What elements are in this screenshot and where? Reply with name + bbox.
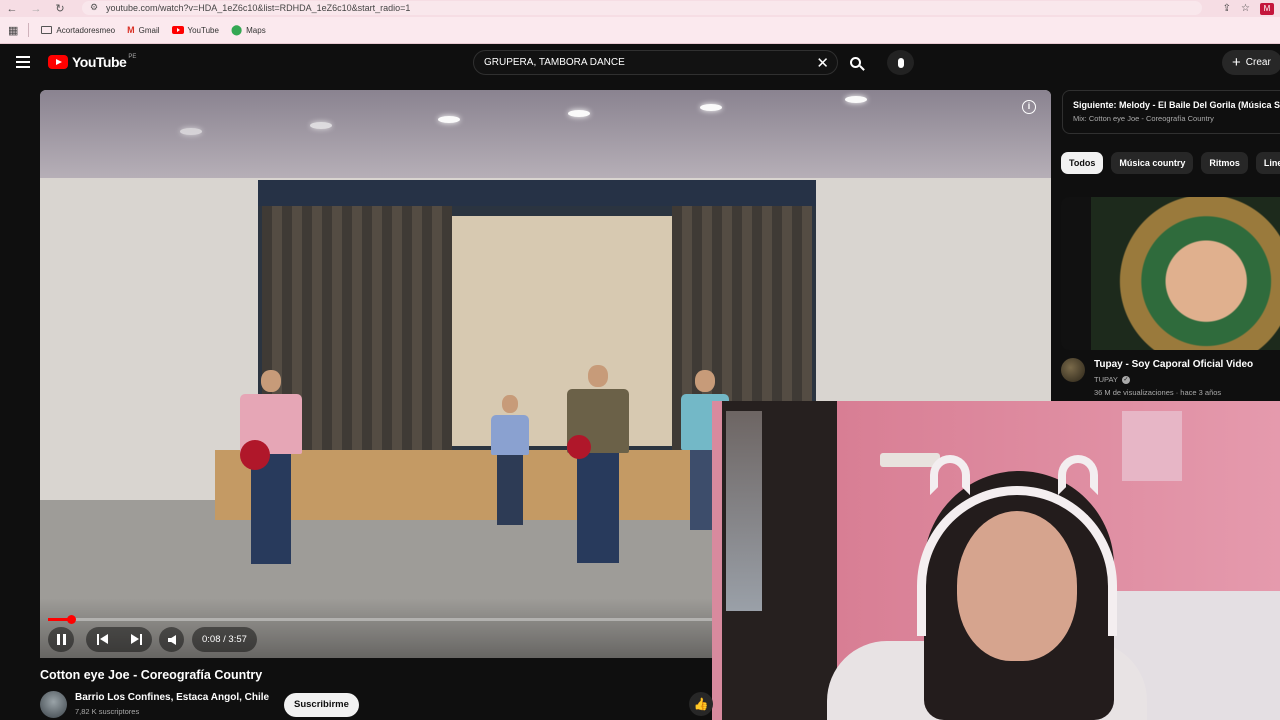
divider xyxy=(28,23,30,37)
search-icon xyxy=(849,57,861,68)
search-query[interactable]: GRUPERA, TAMBORA DANCE xyxy=(484,57,625,68)
forward-icon[interactable]: → xyxy=(24,3,48,15)
like-button[interactable]: 👍 xyxy=(689,692,713,716)
thumbs-up-icon: 👍 xyxy=(693,697,709,711)
youtube-icon xyxy=(171,26,184,34)
site-info-icon[interactable]: ⚙ xyxy=(90,2,98,13)
bookmark-acortadores[interactable]: Acortadoresmeo xyxy=(41,26,115,35)
volume-button[interactable] xyxy=(159,627,184,652)
install-icon[interactable]: ⇪ xyxy=(1223,3,1231,14)
bookmarks-bar: ▦ Acortadoresmeo M Gmail YouTube ⬤ Maps xyxy=(0,17,1280,44)
video-frame-ceiling xyxy=(40,90,1051,180)
chip-musica-country[interactable]: Música country xyxy=(1111,152,1194,174)
bookmark-maps[interactable]: ⬤ Maps xyxy=(231,25,266,36)
gmail-icon: M xyxy=(127,25,135,35)
bookmark-gmail[interactable]: M Gmail xyxy=(127,25,159,35)
next-up-card[interactable]: Siguiente: Melody - El Baile Del Gorila … xyxy=(1062,90,1280,134)
maps-icon: ⬤ xyxy=(230,24,243,36)
progress-bar[interactable] xyxy=(48,615,720,624)
info-icon[interactable]: i xyxy=(1022,100,1036,114)
bookmark-youtube[interactable]: YouTube xyxy=(171,26,219,35)
youtube-header: YouTube PE GRUPERA, TAMBORA DANCE ✕ + Cre… xyxy=(0,44,1280,84)
back-icon[interactable]: ← xyxy=(0,3,24,15)
verified-icon: ✓ xyxy=(1121,375,1130,384)
filter-chips: Todos Música country Ritmos Line d xyxy=(1061,152,1280,174)
search-button[interactable] xyxy=(840,50,870,75)
webcam-overlay xyxy=(712,401,1280,720)
video-title: Cotton eye Joe - Coreografía Country xyxy=(40,668,263,682)
mix-label: Mix: Cotton eye Joe - Coreografía Countr… xyxy=(1073,114,1214,123)
subscribe-button[interactable]: Suscribirme xyxy=(284,693,359,717)
microphone-icon xyxy=(897,57,904,68)
channel-avatar[interactable] xyxy=(40,691,67,718)
recommendation-channel[interactable]: TUPAY ✓ xyxy=(1094,375,1130,384)
youtube-logo-icon xyxy=(48,55,68,69)
voice-search-button[interactable] xyxy=(887,50,914,75)
browser-toolbar: ← → ↻ youtube.com/watch?v=HDA_1eZ6c10&li… xyxy=(0,0,1280,17)
scrubber-handle[interactable] xyxy=(66,615,76,624)
subscriber-count: 7,82 K suscriptores xyxy=(75,707,140,716)
chip-todos[interactable]: Todos xyxy=(1061,152,1104,174)
pause-icon xyxy=(56,634,60,645)
next-up-title: Siguiente: Melody - El Baile Del Gorila … xyxy=(1073,100,1280,110)
channel-name[interactable]: Barrio Los Confines, Estaca Angol, Chile xyxy=(75,692,269,703)
recommendation-thumbnail[interactable] xyxy=(1061,197,1280,350)
next-icon[interactable] xyxy=(130,634,142,645)
hamburger-menu-icon[interactable] xyxy=(16,56,30,68)
apps-grid-icon[interactable]: ▦ xyxy=(8,24,18,37)
chip-line-dance[interactable]: Line d xyxy=(1255,152,1280,174)
volume-icon xyxy=(167,634,176,645)
youtube-logo[interactable]: YouTube PE xyxy=(48,54,136,70)
address-bar[interactable]: youtube.com/watch?v=HDA_1eZ6c10&list=RDH… xyxy=(82,1,1202,15)
plus-icon: + xyxy=(1232,54,1241,71)
clear-search-icon[interactable]: ✕ xyxy=(816,54,829,72)
folder-icon xyxy=(41,26,53,34)
create-button[interactable]: + Crear xyxy=(1222,50,1280,75)
previous-icon[interactable] xyxy=(96,634,109,645)
profile-avatar[interactable]: M xyxy=(1260,2,1274,15)
reload-icon[interactable]: ↻ xyxy=(48,2,72,15)
pause-button[interactable] xyxy=(48,627,74,652)
time-display: 0:08 / 3:57 xyxy=(192,627,257,652)
recommendation-meta: 36 M de visualizaciones · hace 3 años xyxy=(1094,388,1222,397)
chip-ritmos[interactable]: Ritmos xyxy=(1201,152,1248,174)
search-input[interactable]: GRUPERA, TAMBORA DANCE ✕ xyxy=(473,50,838,75)
channel-avatar[interactable] xyxy=(1061,358,1085,382)
bookmark-star-icon[interactable]: ☆ xyxy=(1241,3,1250,14)
recommendation-title[interactable]: Tupay - Soy Caporal Oficial Video xyxy=(1094,359,1253,370)
playlist-nav xyxy=(86,627,152,652)
